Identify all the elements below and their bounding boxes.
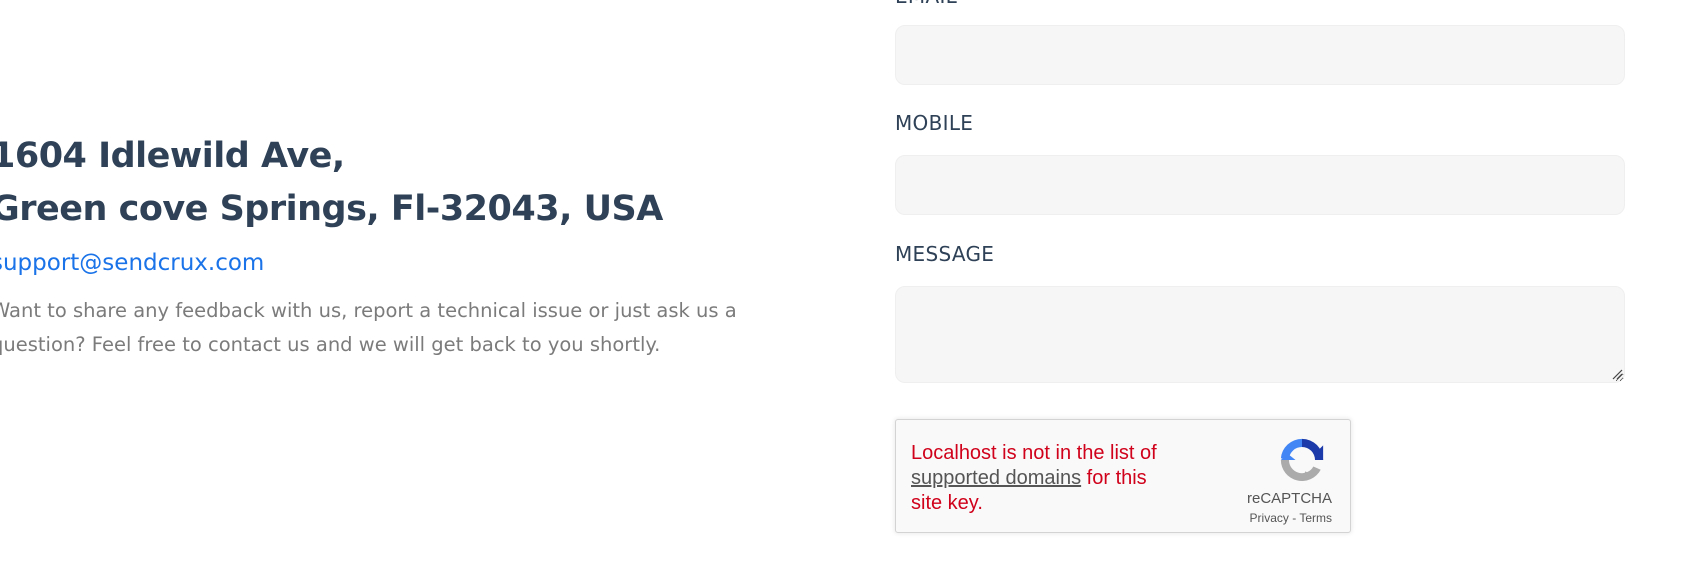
resize-handle-icon[interactable] — [1611, 368, 1623, 380]
intro-line-1: Want to share any feedback with us, repo… — [0, 299, 737, 322]
recaptcha-brand-label: reCAPTCHA — [1246, 490, 1332, 507]
contact-info: 1604 Idlewild Ave, Green cove Springs, F… — [0, 130, 791, 362]
message-label: MESSAGE — [895, 242, 995, 266]
mobile-label: MOBILE — [895, 111, 974, 135]
recaptcha-privacy-link[interactable]: Privacy — [1250, 511, 1289, 525]
supported-domains-link[interactable]: supported domains — [911, 467, 1081, 489]
contact-intro-text: Want to share any feedback with us, repo… — [0, 294, 791, 362]
address-line-2: Green cove Springs, Fl-32043, USA — [0, 189, 663, 229]
recaptcha-terms-link[interactable]: Terms — [1299, 511, 1332, 525]
address-heading: 1604 Idlewild Ave, Green cove Springs, F… — [0, 130, 791, 236]
recaptcha-link-separator: - — [1288, 511, 1300, 525]
contact-page: 1604 Idlewild Ave, Green cove Springs, F… — [0, 0, 1707, 577]
intro-line-2: question? Feel free to contact us and we… — [0, 333, 661, 356]
recaptcha-links: Privacy - Terms — [1250, 511, 1332, 525]
recaptcha-error-prefix: Localhost is not in the list of — [911, 442, 1157, 464]
message-field[interactable] — [895, 286, 1625, 383]
email-label: EMAIL — [895, 0, 957, 8]
recaptcha-logo-icon — [1280, 438, 1324, 482]
mobile-field[interactable] — [895, 155, 1625, 215]
address-line-1: 1604 Idlewild Ave, — [0, 136, 345, 176]
recaptcha-error-message: Localhost is not in the list of supporte… — [911, 441, 1181, 516]
support-email-link[interactable]: support@sendcrux.com — [0, 250, 264, 276]
recaptcha-widget: Localhost is not in the list of supporte… — [895, 419, 1351, 533]
email-field[interactable] — [895, 25, 1625, 85]
